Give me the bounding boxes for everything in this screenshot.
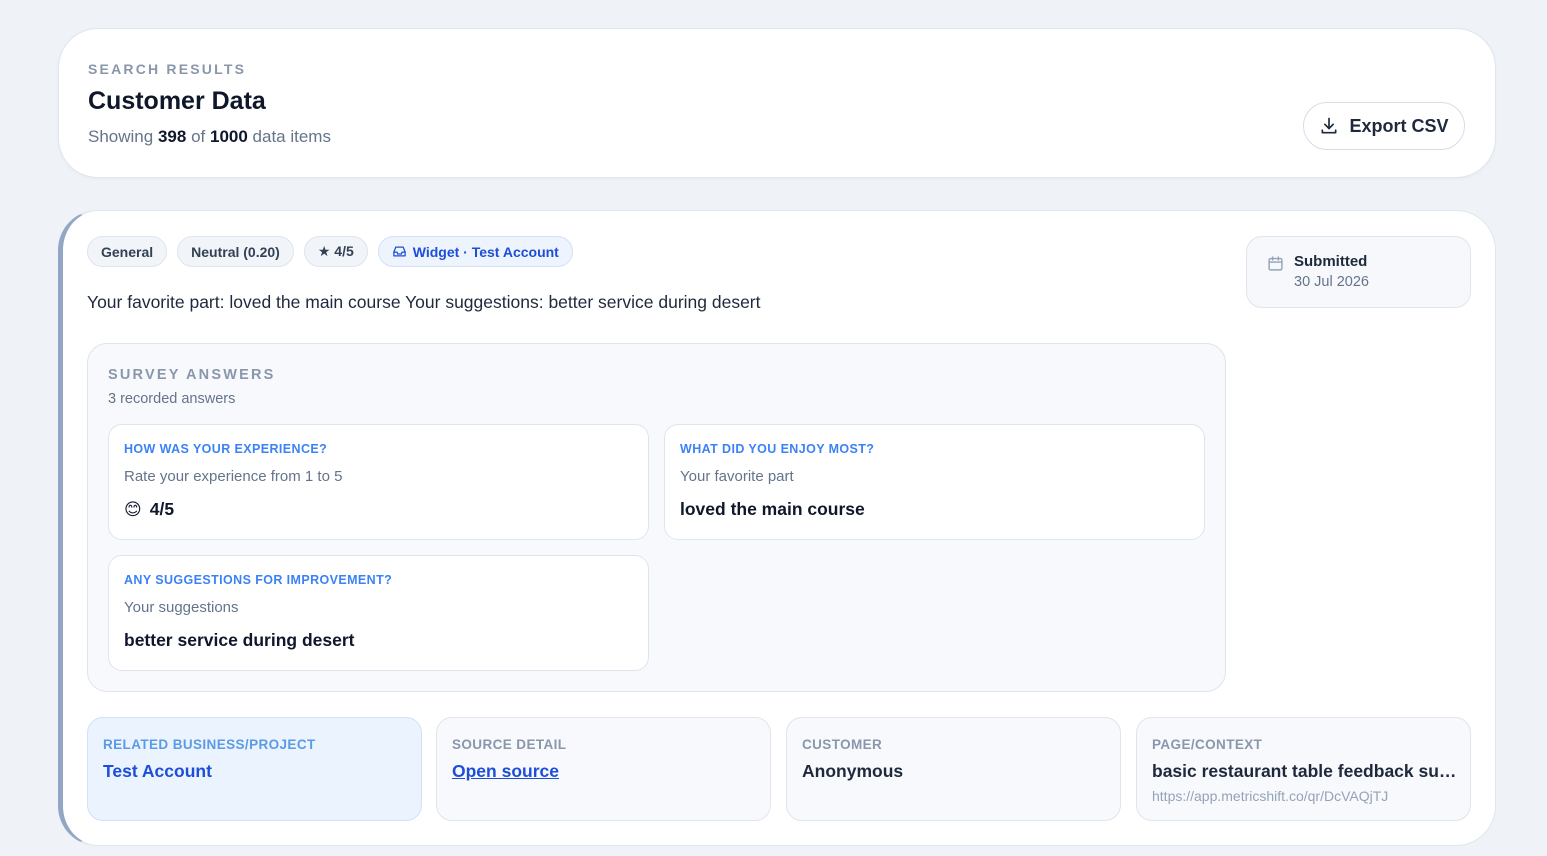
export-csv-button[interactable]: Export CSV	[1303, 102, 1465, 150]
record-tags: General Neutral (0.20) ★ 4/5 Widget · Te…	[87, 236, 573, 267]
customer-value: Anonymous	[802, 761, 904, 781]
export-csv-label: Export CSV	[1349, 115, 1449, 136]
page-title: Customer Data	[88, 87, 266, 115]
answer-card: HOW WAS YOUR EXPERIENCE? Rate your exper…	[108, 424, 649, 540]
calendar-icon	[1268, 256, 1283, 271]
showing-prefix: Showing	[88, 127, 154, 146]
sentiment-tag-label: Neutral (0.20)	[191, 243, 280, 260]
survey-answers-panel: SURVEY ANSWERS 3 recorded answers HOW WA…	[87, 343, 1226, 692]
rating-tag-label: ★ 4/5	[317, 243, 354, 259]
sentiment-tag[interactable]: Neutral (0.20)	[177, 236, 294, 267]
survey-answers-count: 3 recorded answers	[108, 391, 236, 407]
feedback-record-card: General Neutral (0.20) ★ 4/5 Widget · Te…	[58, 210, 1496, 846]
download-icon	[1321, 117, 1337, 134]
page-context-url: https://app.metricshift.co/qr/DcVAQjTJ	[1152, 788, 1389, 804]
answer-subtitle: Rate your experience from 1 to 5	[124, 468, 343, 485]
total-count: 1000	[209, 127, 248, 146]
answer-card: ANY SUGGESTIONS FOR IMPROVEMENT? Your su…	[108, 555, 649, 671]
customer-box: CUSTOMER Anonymous	[786, 717, 1121, 821]
source-detail-box: SOURCE DETAIL Open source	[436, 717, 771, 821]
related-business-box: RELATED BUSINESS/PROJECT Test Account	[87, 717, 422, 821]
of-text: of	[191, 127, 206, 146]
results-eyebrow: SEARCH RESULTS	[88, 61, 247, 77]
answer-question: WHAT DID YOU ENJOY MOST?	[680, 442, 875, 456]
related-business-link[interactable]: Test Account	[103, 761, 408, 782]
page-context-box: PAGE/CONTEXT basic restaurant table feed…	[1136, 717, 1471, 821]
source-tag[interactable]: Widget · Test Account	[377, 236, 573, 267]
survey-answers-title: SURVEY ANSWERS	[108, 367, 276, 383]
page-context-value: basic restaurant table feedback survey	[1152, 761, 1457, 781]
shown-count: 398	[157, 127, 187, 146]
answer-subtitle: Your favorite part	[680, 468, 794, 485]
answer-card: WHAT DID YOU ENJOY MOST? Your favorite p…	[664, 424, 1205, 540]
page-context-label: PAGE/CONTEXT	[1152, 737, 1263, 752]
smiley-icon: 😊	[124, 500, 142, 519]
submitted-box: Submitted 30 Jul 2026	[1246, 236, 1471, 308]
category-tag-label: General	[101, 243, 154, 260]
related-business-label: RELATED BUSINESS/PROJECT	[103, 737, 316, 752]
submitted-label: Submitted	[1294, 253, 1368, 270]
open-source-link[interactable]: Open source	[452, 761, 757, 782]
count-suffix: data items	[252, 127, 331, 146]
rating-tag[interactable]: ★ 4/5	[303, 236, 368, 267]
answer-subtitle: Your suggestions	[124, 599, 239, 616]
answer-question: HOW WAS YOUR EXPERIENCE?	[124, 442, 328, 456]
inbox-icon	[393, 246, 406, 257]
answer-value: 😊 4/5	[124, 499, 174, 520]
results-header-card: SEARCH RESULTS Customer Data Showing 398…	[58, 28, 1496, 178]
submitted-date: 30 Jul 2026	[1294, 274, 1369, 290]
answer-value-text: 4/5	[149, 499, 175, 519]
answer-value: loved the main course	[680, 499, 865, 519]
source-detail-label: SOURCE DETAIL	[452, 737, 567, 752]
results-count-text: Showing 398 of 1000 data items	[88, 127, 331, 147]
source-tag-label: Widget · Test Account	[412, 243, 559, 260]
feedback-summary: Your favorite part: loved the main cours…	[87, 292, 761, 312]
category-tag[interactable]: General	[87, 236, 168, 267]
answer-question: ANY SUGGESTIONS FOR IMPROVEMENT?	[124, 573, 393, 587]
answer-value: better service during desert	[124, 630, 355, 650]
customer-label: CUSTOMER	[802, 737, 883, 752]
